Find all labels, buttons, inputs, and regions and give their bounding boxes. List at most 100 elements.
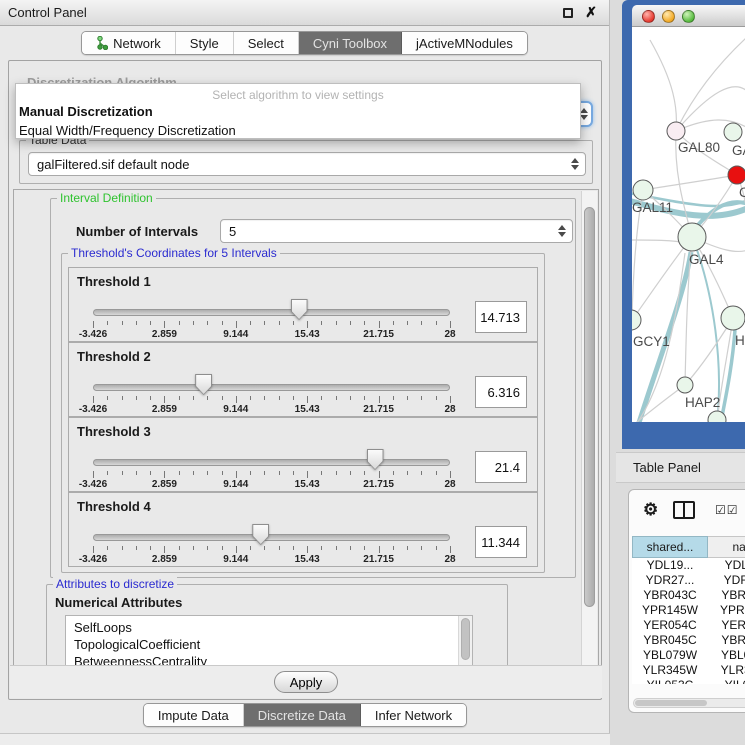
- threshold-value-field[interactable]: [475, 526, 527, 558]
- threshold-value-field[interactable]: [475, 376, 527, 408]
- cell-shared-name: YLR345W: [632, 663, 708, 678]
- attributes-scrollbar[interactable]: [458, 616, 472, 667]
- network-node-C[interactable]: [728, 166, 745, 184]
- network-node-H[interactable]: [721, 306, 745, 330]
- slider-tick-label: 2.859: [152, 329, 177, 340]
- network-node-GAL4[interactable]: [678, 223, 706, 251]
- network-node-GA[interactable]: [724, 123, 742, 141]
- table-row[interactable]: YBR045CYBR045C: [632, 633, 745, 648]
- tab-discretize-data[interactable]: Discretize Data: [244, 704, 361, 726]
- network-node-GAL80[interactable]: [667, 122, 685, 140]
- gear-icon[interactable]: ⚙: [643, 500, 658, 520]
- attributes-legend: Attributes to discretize: [53, 577, 177, 591]
- slider-tick: [279, 321, 280, 325]
- slider-thumb[interactable]: [367, 449, 384, 470]
- column-header-name[interactable]: name: [708, 536, 745, 558]
- slider-track[interactable]: [93, 534, 450, 541]
- number-of-intervals-combobox[interactable]: 5: [220, 219, 573, 243]
- slider-track[interactable]: [93, 459, 450, 466]
- tab-impute-data[interactable]: Impute Data: [144, 704, 244, 726]
- combo-arrows-icon: [571, 158, 579, 170]
- panel-vertical-scrollbar[interactable]: [581, 191, 597, 665]
- settings-scroll-panel: Interval Definition Number of Intervals …: [13, 189, 599, 667]
- table-row[interactable]: YDL19...YDL19...: [632, 558, 745, 573]
- network-node-HAP2[interactable]: [677, 377, 693, 393]
- slider-tick-label: 9.144: [223, 404, 248, 415]
- slider-track[interactable]: [93, 384, 450, 391]
- numerical-attributes-listbox[interactable]: SelfLoopsTopologicalCoefficientBetweenne…: [65, 615, 473, 667]
- slider-thumb[interactable]: [291, 299, 308, 320]
- tab-jactivemnodules[interactable]: jActiveMNodules: [402, 32, 527, 54]
- slider-tick: [122, 471, 123, 475]
- network-window-titlebar[interactable]: [632, 5, 745, 27]
- column-header-shared-name[interactable]: shared...: [632, 536, 708, 558]
- menu-item-manual-discretization[interactable]: Manual Discretization: [16, 102, 580, 121]
- network-node-GAL11[interactable]: [633, 180, 653, 200]
- algorithm-dropdown-popup: Select algorithm to view settings Manual…: [15, 83, 581, 139]
- slider-tick: [93, 471, 94, 478]
- table-horizontal-scrollbar[interactable]: [633, 698, 745, 708]
- slider-tick: [236, 396, 237, 403]
- apply-button[interactable]: Apply: [274, 671, 338, 693]
- cell-shared-name: YBR045C: [632, 633, 708, 648]
- table-row[interactable]: YER054CYER054C: [632, 618, 745, 633]
- threshold-value-field[interactable]: [475, 301, 527, 333]
- close-icon[interactable]: ✗: [585, 4, 597, 21]
- control-panel-title: Control Panel: [8, 5, 87, 20]
- cell-name: YDL19...: [708, 558, 745, 573]
- tab-network-label: Network: [113, 36, 161, 51]
- table-row[interactable]: YDR27...YDR27...: [632, 573, 745, 588]
- slider-tick: [321, 546, 322, 550]
- cell-shared-name: YDR27...: [632, 573, 708, 588]
- columns-icon[interactable]: [673, 501, 695, 519]
- tab-cyni-toolbox[interactable]: Cyni Toolbox: [299, 32, 402, 54]
- network-view[interactable]: GAL80GACGAL11GAL4GCY1HHAP2: [622, 0, 745, 449]
- attribute-list-item[interactable]: SelfLoops: [74, 619, 472, 636]
- table-data-combobox[interactable]: galFiltered.sif default node: [28, 152, 586, 176]
- slider-tick: [236, 546, 237, 553]
- table-panel-header[interactable]: Table Panel: [616, 452, 745, 483]
- slider-tick: [336, 471, 337, 475]
- mac-close-icon[interactable]: [642, 10, 655, 23]
- slider-tick: [307, 396, 308, 403]
- slider-thumb[interactable]: [195, 374, 212, 395]
- table-row[interactable]: YIL053CYIL053C: [632, 678, 745, 684]
- slider-tick: [350, 396, 351, 400]
- table-row[interactable]: YBR043CYBR043C: [632, 588, 745, 603]
- menu-item-equal-width-frequency[interactable]: Equal Width/Frequency Discretization: [16, 121, 580, 140]
- slider-thumb[interactable]: [252, 524, 269, 545]
- slider-tick: [250, 396, 251, 400]
- threshold-value-field[interactable]: [475, 451, 527, 483]
- slider-tick: [122, 321, 123, 325]
- threshold-box-4: Threshold 4-3.4262.8599.14415.4321.71528: [68, 492, 538, 567]
- tab-style[interactable]: Style: [176, 32, 234, 54]
- attributes-scrollbar-thumb[interactable]: [461, 618, 470, 660]
- control-panel: Control Panel ✗ Network Style Select: [0, 0, 610, 745]
- slider-tick: [293, 471, 294, 475]
- slider-track[interactable]: [93, 309, 450, 316]
- network-node-node[interactable]: [708, 411, 726, 429]
- network-node-GCY1[interactable]: [622, 310, 641, 330]
- mac-minimize-icon[interactable]: [662, 10, 675, 23]
- slider-tick: [379, 471, 380, 478]
- slider-tick: [279, 471, 280, 475]
- threshold-box-3: Threshold 3-3.4262.8599.14415.4321.71528: [68, 417, 538, 492]
- slider-tick: [179, 471, 180, 475]
- slider-tick: [450, 321, 451, 328]
- tab-network[interactable]: Network: [82, 32, 176, 54]
- threshold-label: Threshold 2: [77, 349, 151, 364]
- panel-scrollbar-thumb[interactable]: [584, 207, 595, 607]
- attribute-list-item[interactable]: TopologicalCoefficient: [74, 636, 472, 653]
- select-columns-icon[interactable]: ☑☑: [715, 503, 739, 517]
- tab-select[interactable]: Select: [234, 32, 299, 54]
- table-hscrollbar-thumb[interactable]: [635, 700, 707, 706]
- slider-tick: [264, 396, 265, 400]
- network-node-label-GCY1: GCY1: [633, 334, 670, 349]
- table-row[interactable]: YLR345WYLR345W: [632, 663, 745, 678]
- tab-infer-network[interactable]: Infer Network: [361, 704, 466, 726]
- float-window-icon[interactable]: [563, 8, 573, 18]
- table-row[interactable]: YBL079WYBL079W: [632, 648, 745, 663]
- mac-zoom-icon[interactable]: [682, 10, 695, 23]
- slider-tick-label: 21.715: [363, 479, 394, 490]
- table-row[interactable]: YPR145WYPR145W: [632, 603, 745, 618]
